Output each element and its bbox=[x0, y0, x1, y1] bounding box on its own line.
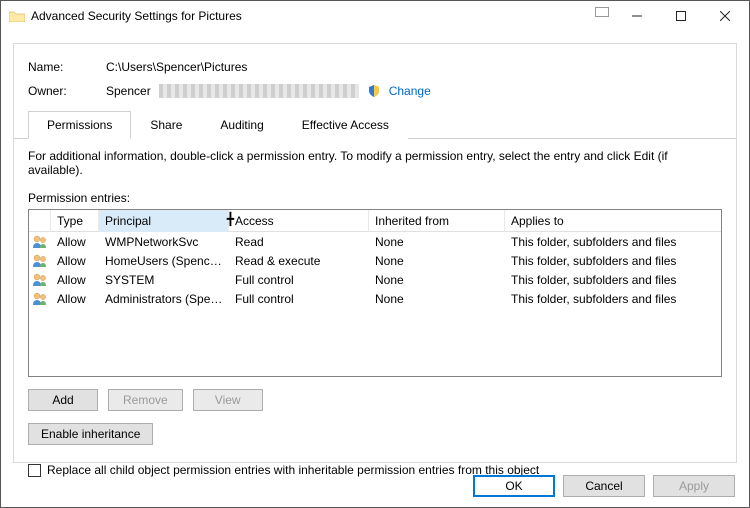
name-value: C:\Users\Spencer\Pictures bbox=[106, 60, 247, 74]
cell-applies: This folder, subfolders and files bbox=[505, 273, 721, 287]
col-inherited[interactable]: Inherited from bbox=[369, 210, 505, 232]
cell-applies: This folder, subfolders and files bbox=[505, 292, 721, 306]
cell-access: Full control bbox=[229, 292, 369, 306]
entries-label: Permission entries: bbox=[28, 191, 722, 205]
remove-button[interactable]: Remove bbox=[108, 389, 183, 411]
cell-inherited: None bbox=[369, 254, 505, 268]
col-type[interactable]: Type bbox=[51, 210, 99, 232]
cell-access: Full control bbox=[229, 273, 369, 287]
permissions-table[interactable]: Type Principal ╋ Access Inherited from A… bbox=[28, 209, 722, 377]
view-button[interactable]: View bbox=[193, 389, 263, 411]
toolbar-icon bbox=[595, 7, 609, 17]
maximize-button[interactable] bbox=[659, 2, 703, 30]
replace-entries-checkbox[interactable] bbox=[28, 464, 41, 477]
minimize-button[interactable] bbox=[615, 2, 659, 30]
owner-label: Owner: bbox=[28, 84, 106, 98]
apply-button[interactable]: Apply bbox=[653, 475, 735, 497]
tab-effective-access[interactable]: Effective Access bbox=[283, 111, 408, 139]
add-button[interactable]: Add bbox=[28, 389, 98, 411]
tab-permissions[interactable]: Permissions bbox=[28, 111, 131, 139]
info-text: For additional information, double-click… bbox=[28, 149, 722, 177]
close-button[interactable] bbox=[703, 2, 747, 30]
col-icon[interactable] bbox=[29, 210, 51, 232]
table-row[interactable]: AllowWMPNetworkSvcReadNoneThis folder, s… bbox=[29, 232, 721, 251]
cell-inherited: None bbox=[369, 273, 505, 287]
cell-type: Allow bbox=[51, 254, 99, 268]
window-title: Advanced Security Settings for Pictures bbox=[31, 9, 242, 23]
table-row[interactable]: AllowAdministrators (Spen...Full control… bbox=[29, 289, 721, 308]
col-principal[interactable]: Principal ╋ bbox=[99, 210, 229, 232]
users-icon bbox=[29, 254, 51, 268]
col-principal-label: Principal bbox=[105, 214, 151, 228]
users-icon bbox=[29, 292, 51, 306]
tab-share[interactable]: Share bbox=[131, 111, 201, 139]
folder-icon bbox=[9, 10, 25, 22]
cell-principal: WMPNetworkSvc bbox=[99, 235, 229, 249]
cell-inherited: None bbox=[369, 235, 505, 249]
replace-entries-label: Replace all child object permission entr… bbox=[47, 463, 539, 477]
cell-access: Read bbox=[229, 235, 369, 249]
change-owner-link[interactable]: Change bbox=[389, 84, 431, 98]
owner-value: Spencer bbox=[106, 84, 151, 98]
table-row[interactable]: AllowHomeUsers (Spencer...Read & execute… bbox=[29, 251, 721, 270]
cell-inherited: None bbox=[369, 292, 505, 306]
cell-principal: HomeUsers (Spencer... bbox=[99, 254, 229, 268]
col-applies[interactable]: Applies to bbox=[505, 210, 721, 232]
cancel-button[interactable]: Cancel bbox=[563, 475, 645, 497]
cell-type: Allow bbox=[51, 292, 99, 306]
shield-icon bbox=[367, 84, 381, 98]
cell-access: Read & execute bbox=[229, 254, 369, 268]
name-label: Name: bbox=[28, 60, 106, 74]
cell-type: Allow bbox=[51, 273, 99, 287]
cell-type: Allow bbox=[51, 235, 99, 249]
cell-applies: This folder, subfolders and files bbox=[505, 254, 721, 268]
ok-button[interactable]: OK bbox=[473, 475, 555, 497]
cell-principal: SYSTEM bbox=[99, 273, 229, 287]
cell-principal: Administrators (Spen... bbox=[99, 292, 229, 306]
enable-inheritance-button[interactable]: Enable inheritance bbox=[28, 423, 153, 445]
col-access[interactable]: Access bbox=[229, 210, 369, 232]
users-icon bbox=[29, 273, 51, 287]
table-row[interactable]: AllowSYSTEMFull controlNoneThis folder, … bbox=[29, 270, 721, 289]
users-icon bbox=[29, 235, 51, 249]
cell-applies: This folder, subfolders and files bbox=[505, 235, 721, 249]
tab-auditing[interactable]: Auditing bbox=[201, 111, 282, 139]
owner-blurred bbox=[159, 84, 359, 98]
